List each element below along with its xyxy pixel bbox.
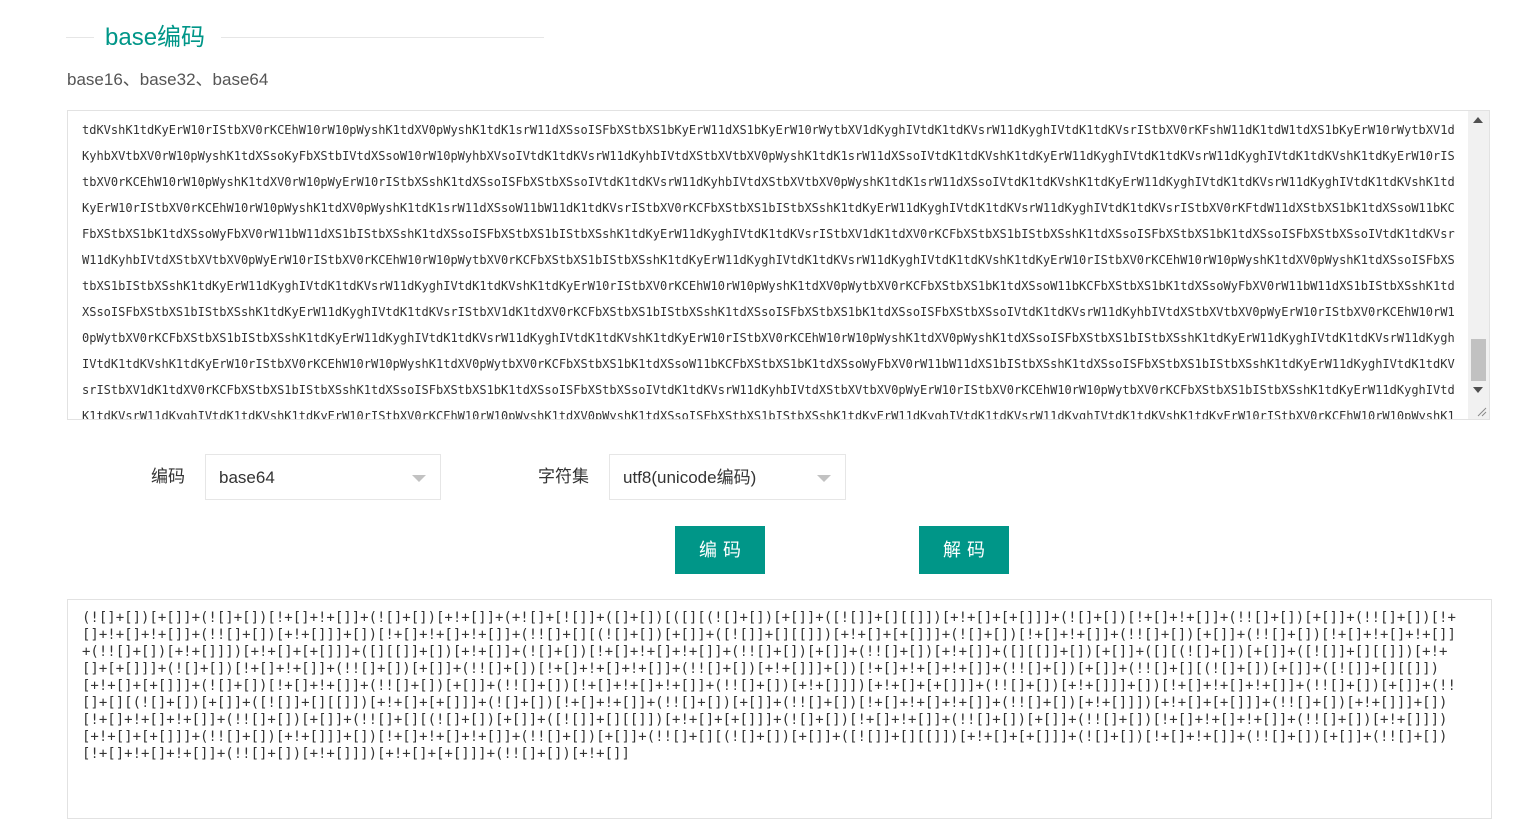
encoding-label: 编码 xyxy=(151,467,185,486)
output-textarea[interactable]: (![]+[])[+[]]+(![]+[])[!+[]+!+[]]+(![]+[… xyxy=(67,599,1492,819)
resize-handle-icon[interactable] xyxy=(1475,405,1487,417)
chevron-down-icon xyxy=(817,475,831,482)
page-title: base编码 xyxy=(105,24,206,51)
input-textarea[interactable]: tdKVshK1tdKyErW10rIStbXV0rKCEhW10rW10pWy… xyxy=(67,110,1490,420)
arrow-down-icon[interactable] xyxy=(1473,387,1483,393)
charset-select[interactable]: utf8(unicode编码) xyxy=(609,454,846,500)
charset-label: 字符集 xyxy=(538,467,589,486)
divider xyxy=(221,37,544,38)
charset-select-value: utf8(unicode编码) xyxy=(623,468,757,487)
encode-button[interactable]: 编码 xyxy=(675,526,765,574)
section-subtitle: base16、base32、base64 xyxy=(67,70,269,89)
encoding-select[interactable]: base64 xyxy=(205,454,441,500)
divider xyxy=(66,37,94,38)
chevron-down-icon xyxy=(412,475,426,482)
vertical-scrollbar[interactable] xyxy=(1468,111,1489,419)
arrow-up-icon[interactable] xyxy=(1473,117,1483,123)
section-header: base编码 xyxy=(66,22,544,54)
decode-button[interactable]: 解码 xyxy=(919,526,1009,574)
scroll-thumb[interactable] xyxy=(1471,339,1486,381)
input-text[interactable]: tdKVshK1tdKyErW10rIStbXV0rKCEhW10rW10pWy… xyxy=(82,117,1457,419)
output-text[interactable]: (![]+[])[+[]]+(![]+[])[!+[]+!+[]]+(![]+[… xyxy=(82,610,1462,763)
encoding-select-value: base64 xyxy=(219,468,275,487)
